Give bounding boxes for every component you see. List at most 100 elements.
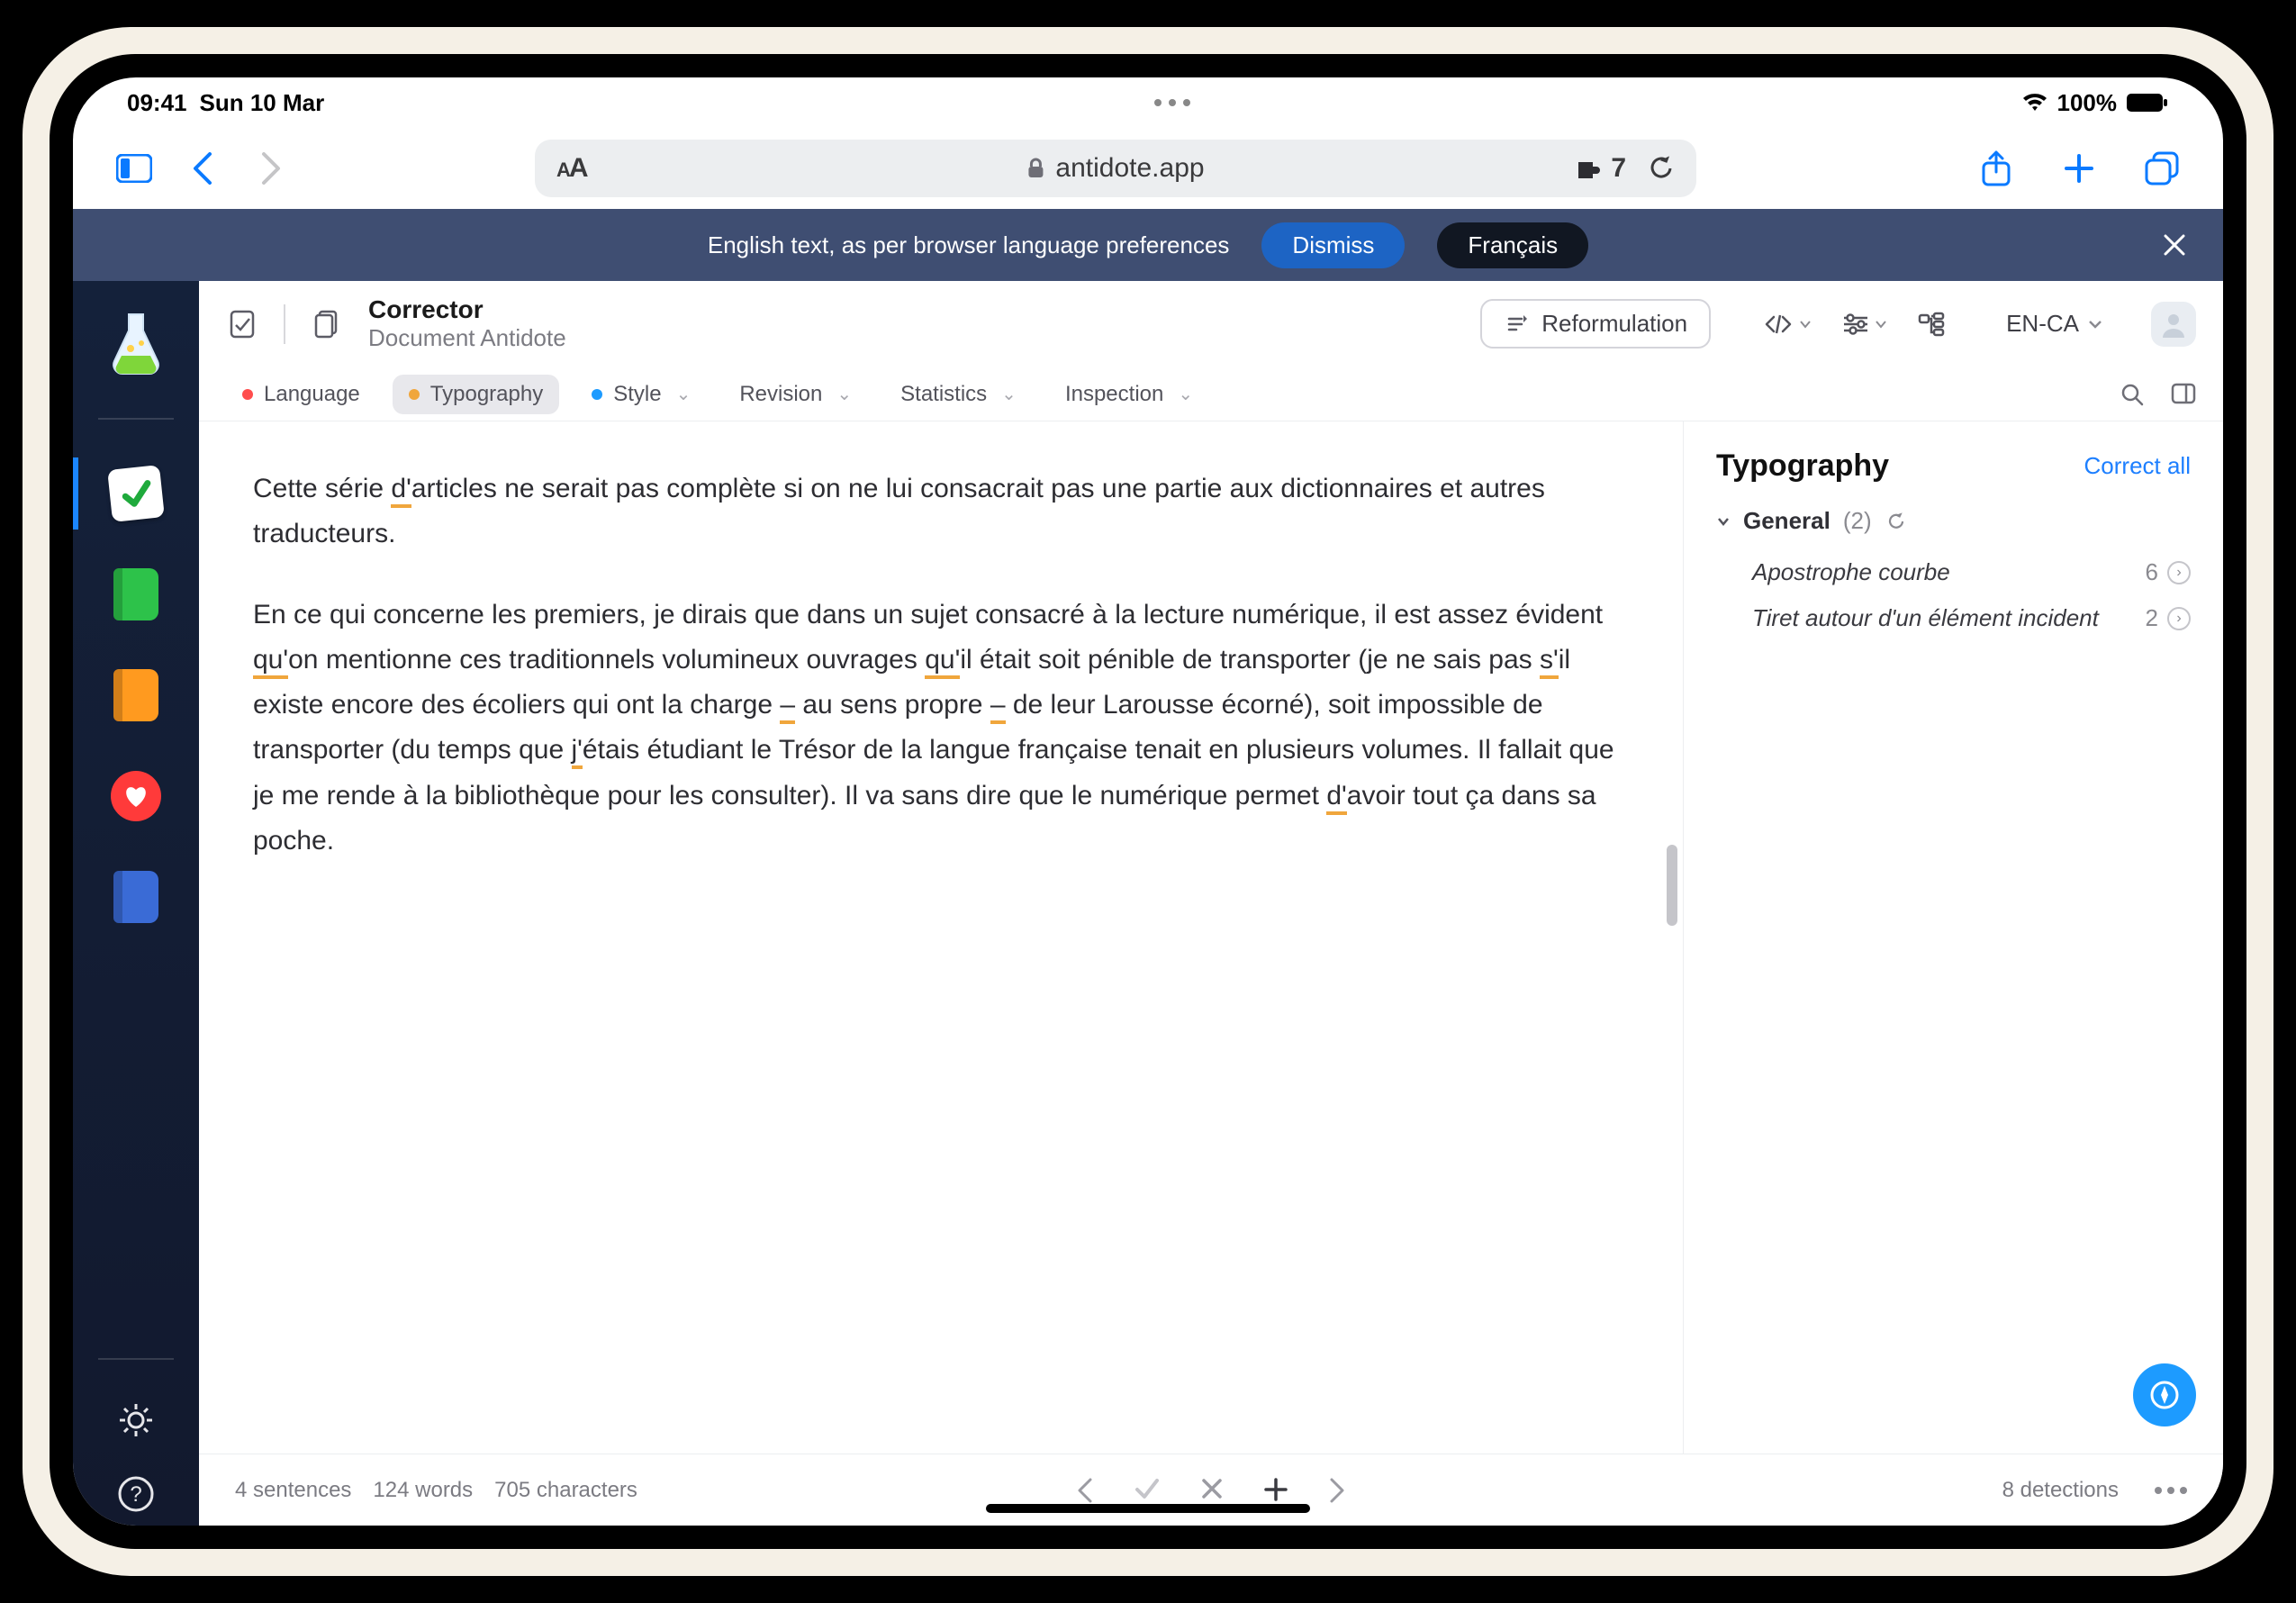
heart-icon xyxy=(111,771,161,821)
documents-icon[interactable] xyxy=(311,308,343,340)
chevron-down-icon xyxy=(1716,514,1731,529)
tab-inspection[interactable]: Inspection ⌄ xyxy=(1049,375,1209,414)
book-orange-icon xyxy=(113,669,158,721)
typography-error[interactable]: d' xyxy=(391,474,411,508)
sidebar-item-help[interactable]: ? xyxy=(73,1463,199,1526)
reload-button[interactable] xyxy=(1648,155,1675,182)
sidebar-item-dictionary-blue[interactable] xyxy=(73,852,199,942)
tab-typography[interactable]: Typography xyxy=(393,375,559,414)
clipboard-check-icon xyxy=(107,465,165,522)
sidebar-item-home[interactable] xyxy=(73,299,199,389)
detection-item[interactable]: Apostrophe courbe 6› xyxy=(1716,549,2191,595)
sidebar-toggle-button[interactable] xyxy=(109,143,159,194)
filter-sliders-button[interactable] xyxy=(1842,313,1887,335)
language-banner: English text, as per browser language pr… xyxy=(73,209,2223,281)
account-avatar[interactable] xyxy=(2151,302,2196,347)
book-green-icon xyxy=(113,568,158,620)
forward-button xyxy=(246,143,296,194)
url-bar[interactable]: AA antidote.app 7 xyxy=(535,140,1696,197)
chevron-right-icon: › xyxy=(2167,607,2191,630)
typography-error[interactable]: j' xyxy=(572,735,583,769)
prev-detection-button[interactable] xyxy=(1076,1477,1094,1504)
scrollbar[interactable] xyxy=(1667,421,1677,1454)
safari-toolbar: AA antidote.app 7 xyxy=(73,128,2223,209)
chevron-down-icon xyxy=(1875,320,1887,329)
compass-fab[interactable] xyxy=(2133,1363,2196,1426)
sidebar-item-corrector[interactable] xyxy=(73,448,199,539)
compass-icon xyxy=(2148,1379,2181,1411)
correct-all-button[interactable]: Correct all xyxy=(2084,452,2191,480)
sidebar-item-dictionary-orange[interactable] xyxy=(73,650,199,740)
chevron-down-icon: ⌄ xyxy=(676,383,692,405)
more-menu-button[interactable] xyxy=(2155,1487,2187,1494)
share-button[interactable] xyxy=(1971,143,2021,194)
editor-area[interactable]: Cette série d'articles ne serait pas com… xyxy=(199,421,1683,1454)
chevron-down-icon: ⌄ xyxy=(836,383,852,405)
panel-icon xyxy=(2171,383,2196,404)
app-header: Corrector Document Antidote Reformulatio… xyxy=(199,281,2223,367)
structure-button[interactable] xyxy=(1918,312,1945,337)
status-footer: 4 sentences 124 words 705 characters xyxy=(199,1454,2223,1526)
reformulation-button[interactable]: Reformulation xyxy=(1480,299,1711,349)
sidebar-item-dictionary-green[interactable] xyxy=(73,549,199,639)
book-blue-icon xyxy=(113,871,158,923)
detections-count: 8 detections xyxy=(2002,1478,2119,1503)
multitask-dots[interactable] xyxy=(1154,99,1190,106)
close-banner-button[interactable] xyxy=(2162,232,2187,258)
panel-toggle-button[interactable] xyxy=(2171,383,2196,406)
correction-mode-icon[interactable] xyxy=(226,308,258,340)
document-name: Document Antidote xyxy=(368,324,566,352)
stat-sentences: 4 sentences xyxy=(235,1478,351,1503)
app-sidebar: ? xyxy=(73,281,199,1526)
sidebar-item-favorites[interactable] xyxy=(73,751,199,841)
accept-button[interactable] xyxy=(1134,1477,1161,1504)
francais-button[interactable]: Français xyxy=(1437,222,1588,268)
wifi-icon xyxy=(2021,93,2048,113)
chevron-down-icon xyxy=(1799,320,1812,329)
detection-item[interactable]: Tiret autour d'un élément incident 2› xyxy=(1716,595,2191,641)
chevron-down-icon: ⌄ xyxy=(1178,383,1193,405)
avatar-icon xyxy=(2158,309,2189,340)
code-view-button[interactable] xyxy=(1763,313,1812,335)
typography-error[interactable]: – xyxy=(780,690,795,724)
language-selector[interactable]: EN-CA xyxy=(2006,310,2102,338)
text-size-button[interactable]: AA xyxy=(556,153,587,184)
dismiss-button[interactable]: Dismiss xyxy=(1261,222,1405,268)
scrollbar-thumb[interactable] xyxy=(1667,845,1677,926)
banner-text: English text, as per browser language pr… xyxy=(708,231,1230,259)
status-time: 09:41 xyxy=(127,89,187,117)
next-detection-button[interactable] xyxy=(1328,1477,1346,1504)
tab-language[interactable]: Language xyxy=(226,375,376,414)
refresh-icon[interactable] xyxy=(1886,512,1906,531)
back-button[interactable] xyxy=(177,143,228,194)
reformulation-icon xyxy=(1504,312,1529,337)
panel-title: Typography xyxy=(1716,448,1889,484)
detection-group[interactable]: General (2) xyxy=(1716,507,2191,535)
stat-chars: 705 characters xyxy=(494,1478,637,1503)
typography-error[interactable]: d' xyxy=(1326,781,1346,815)
reject-button[interactable] xyxy=(1200,1477,1224,1504)
battery-icon xyxy=(2126,92,2169,113)
tabs-button[interactable] xyxy=(2137,143,2187,194)
add-button[interactable] xyxy=(1263,1477,1288,1504)
search-button[interactable] xyxy=(2120,383,2144,406)
paragraph: En ce qui concerne les premiers, je dira… xyxy=(253,593,1629,864)
search-icon xyxy=(2120,383,2144,406)
extensions-badge[interactable]: 7 xyxy=(1577,153,1626,184)
tab-statistics[interactable]: Statistics ⌄ xyxy=(884,375,1033,414)
stat-words: 124 words xyxy=(373,1478,473,1503)
chevron-down-icon: ⌄ xyxy=(1001,383,1017,405)
home-indicator[interactable] xyxy=(986,1504,1310,1513)
new-tab-button[interactable] xyxy=(2054,143,2104,194)
sidebar-item-settings[interactable] xyxy=(73,1389,199,1452)
typography-error[interactable]: s' xyxy=(1540,645,1559,679)
typography-error[interactable]: qu' xyxy=(253,645,288,679)
status-date: Sun 10 Mar xyxy=(200,89,325,117)
typography-error[interactable]: – xyxy=(990,690,1006,724)
tab-style[interactable]: Style ⌄ xyxy=(575,375,707,414)
chevron-down-icon xyxy=(2088,319,2102,330)
tab-revision[interactable]: Revision ⌄ xyxy=(723,375,868,414)
lock-icon xyxy=(1026,158,1044,179)
paragraph: Cette série d'articles ne serait pas com… xyxy=(253,466,1629,557)
typography-error[interactable]: qu' xyxy=(925,645,960,679)
